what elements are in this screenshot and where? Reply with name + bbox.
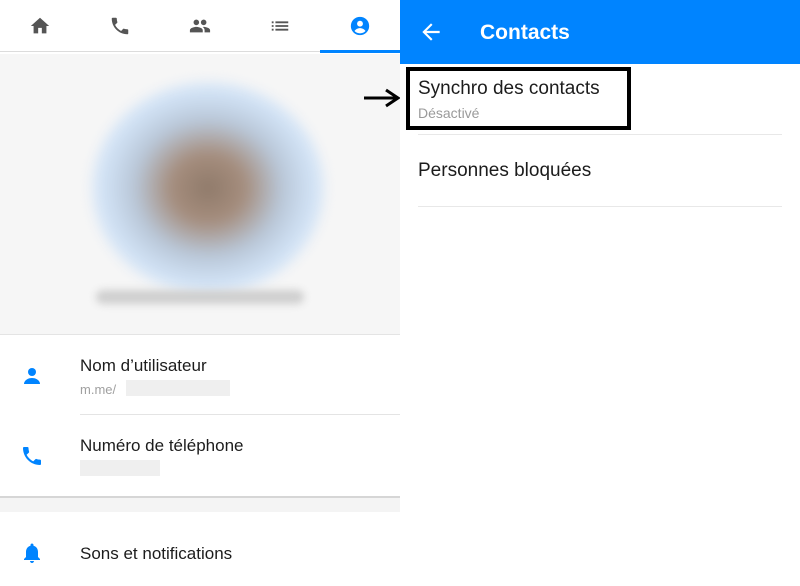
bell-icon	[24, 543, 40, 563]
phone-icon	[111, 17, 129, 35]
screenshot-root: Nom d’utilisateur m.me/ Numéro de téléph…	[0, 0, 800, 586]
avatar[interactable]	[92, 82, 324, 294]
page-title: Contacts	[480, 21, 570, 44]
blocked-people-title: Personnes bloquées	[418, 160, 592, 181]
profile-name-redacted	[96, 290, 304, 304]
phone-number-redacted	[80, 460, 160, 476]
notifications-row[interactable]: Sons et notifications	[0, 530, 400, 586]
app-bar: Contacts	[400, 0, 800, 64]
tab-calls[interactable]	[80, 0, 160, 52]
setting-blocked-people[interactable]: Personnes bloquées	[400, 135, 800, 205]
notifications-title: Sons et notifications	[80, 544, 233, 563]
account-icon	[350, 16, 370, 36]
username-row[interactable]: Nom d’utilisateur m.me/	[0, 350, 400, 414]
username-title: Nom d’utilisateur	[80, 356, 207, 375]
section-divider	[0, 496, 400, 512]
contact-sync-title: Synchro des contacts	[418, 78, 600, 99]
person-icon	[24, 368, 40, 384]
bottom-tab-bar	[0, 0, 400, 53]
people-icon	[189, 19, 211, 33]
contact-sync-status: Désactivé	[418, 105, 480, 121]
setting-contact-sync[interactable]: Synchro des contacts Désactivé	[400, 64, 800, 134]
home-icon	[30, 17, 50, 34]
profile-header	[0, 54, 400, 334]
phone-row[interactable]: Numéro de téléphone	[0, 430, 400, 494]
divider	[418, 206, 782, 207]
phone-icon	[23, 447, 41, 465]
divider	[80, 414, 400, 415]
contacts-settings-screen: Contacts Synchro des contacts Désactivé …	[400, 0, 800, 586]
back-arrow-icon[interactable]	[418, 19, 444, 45]
username-redacted	[126, 380, 230, 396]
tab-home[interactable]	[0, 0, 80, 52]
list-icon	[271, 21, 289, 31]
arrow-icon	[364, 88, 401, 108]
phone-title: Numéro de téléphone	[80, 436, 244, 455]
tab-people[interactable]	[160, 0, 240, 52]
tab-list[interactable]	[240, 0, 320, 52]
tab-account[interactable]	[320, 0, 400, 53]
username-prefix: m.me/	[80, 382, 117, 397]
messenger-profile-screen: Nom d’utilisateur m.me/ Numéro de téléph…	[0, 0, 400, 586]
divider	[0, 334, 400, 335]
